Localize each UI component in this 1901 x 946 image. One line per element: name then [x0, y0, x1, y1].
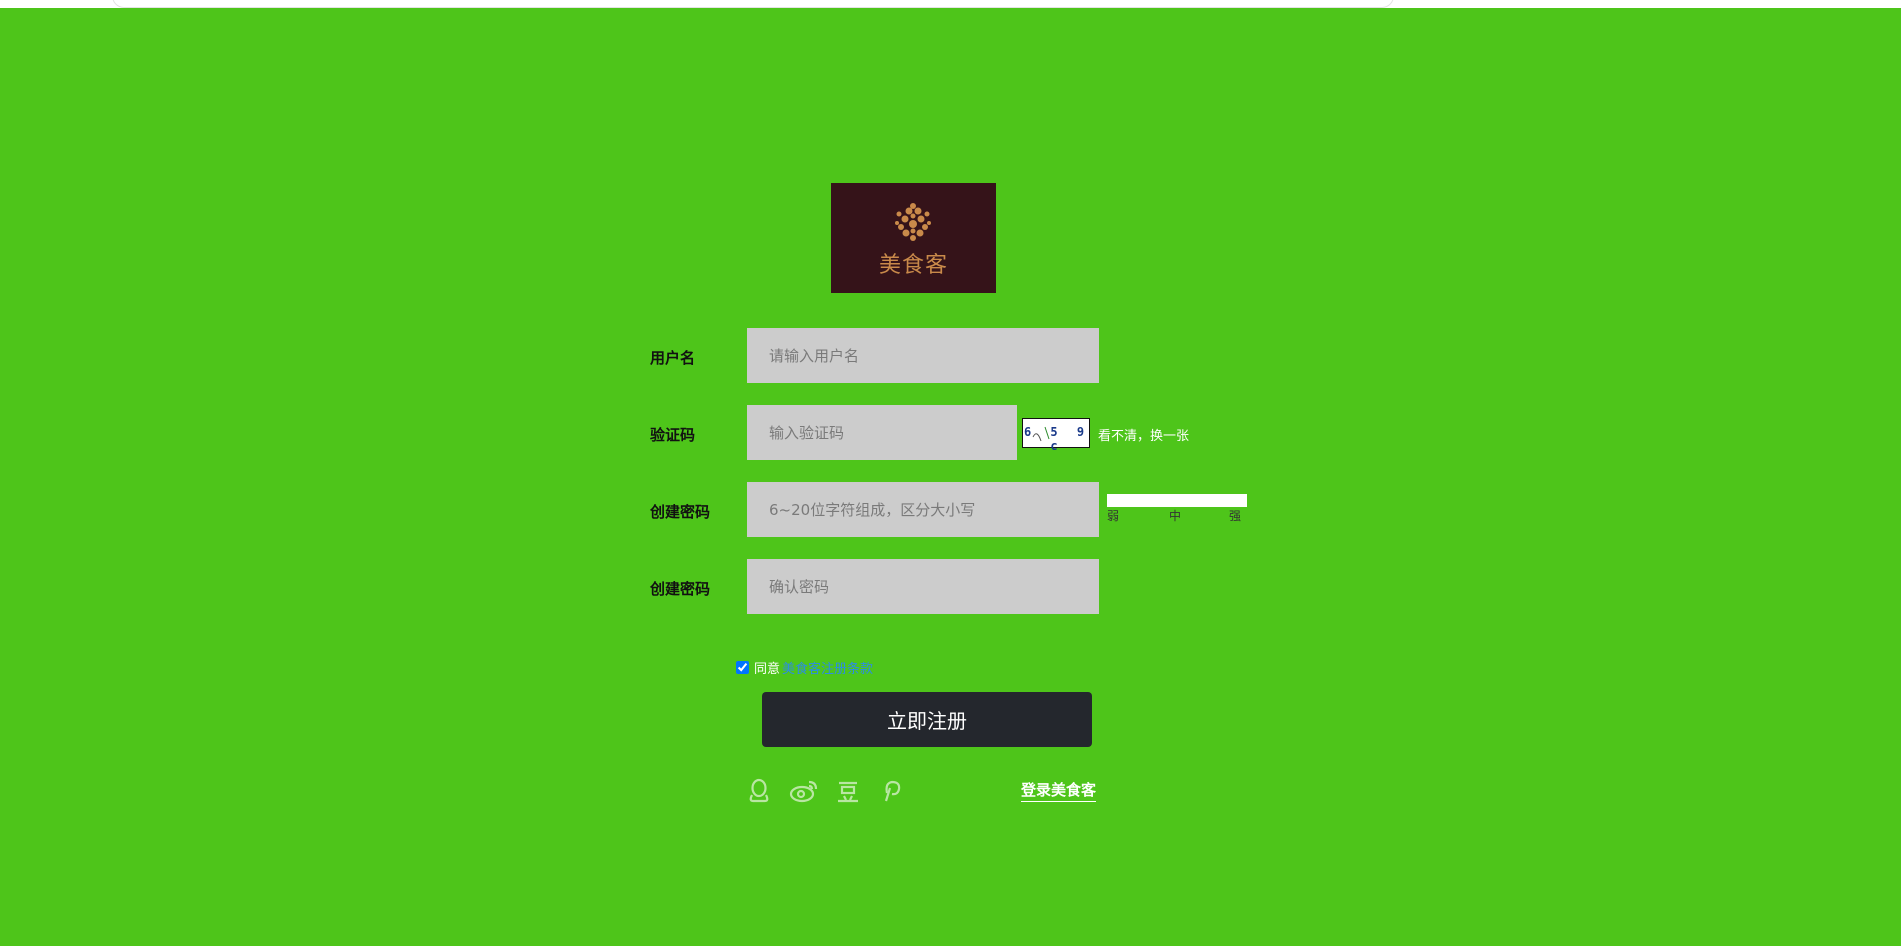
food-cluster-icon [895, 203, 931, 241]
weibo-icon[interactable] [789, 777, 819, 805]
register-button[interactable]: 立即注册 [762, 692, 1092, 747]
username-label: 用户名 [650, 349, 696, 367]
login-link[interactable]: 登录美食客 [1021, 779, 1097, 802]
agree-checkbox[interactable] [736, 661, 749, 674]
password-label: 创建密码 [650, 503, 711, 521]
confirm-password-label: 创建密码 [650, 580, 711, 598]
username-input[interactable] [747, 328, 1099, 383]
password-input[interactable] [747, 482, 1099, 537]
register-page [0, 8, 1901, 946]
password-strength-bar [1107, 494, 1247, 507]
captcha-text: 6 5 9 c [1023, 425, 1091, 453]
strength-medium-label: 中 [1169, 509, 1182, 523]
qq-icon[interactable] [746, 777, 772, 805]
pinterest-icon[interactable] [878, 777, 904, 805]
terms-link[interactable]: 美食客注册条款 [782, 658, 873, 677]
agree-terms: 同意 美食客注册条款 [736, 658, 873, 677]
captcha-input[interactable] [747, 405, 1017, 460]
agree-prefix: 同意 [754, 662, 781, 677]
captcha-label: 验证码 [650, 426, 696, 444]
brand-logo-text: 美食客 [878, 253, 948, 278]
strength-strong-label: 强 [1229, 509, 1242, 523]
captcha-image[interactable]: 6 5 9 c [1022, 418, 1090, 453]
top-strip-edge [112, 0, 1394, 8]
strength-weak-label: 弱 [1107, 509, 1120, 523]
confirm-password-input[interactable] [747, 559, 1099, 614]
password-strength-labels: 弱 中 强 [1107, 507, 1247, 523]
captcha-refresh-link[interactable]: 看不清，换一张 [1098, 425, 1189, 444]
browser-top-strip [0, 0, 1901, 8]
brand-logo: 美食客 [831, 183, 996, 293]
douban-icon[interactable] [835, 777, 861, 805]
